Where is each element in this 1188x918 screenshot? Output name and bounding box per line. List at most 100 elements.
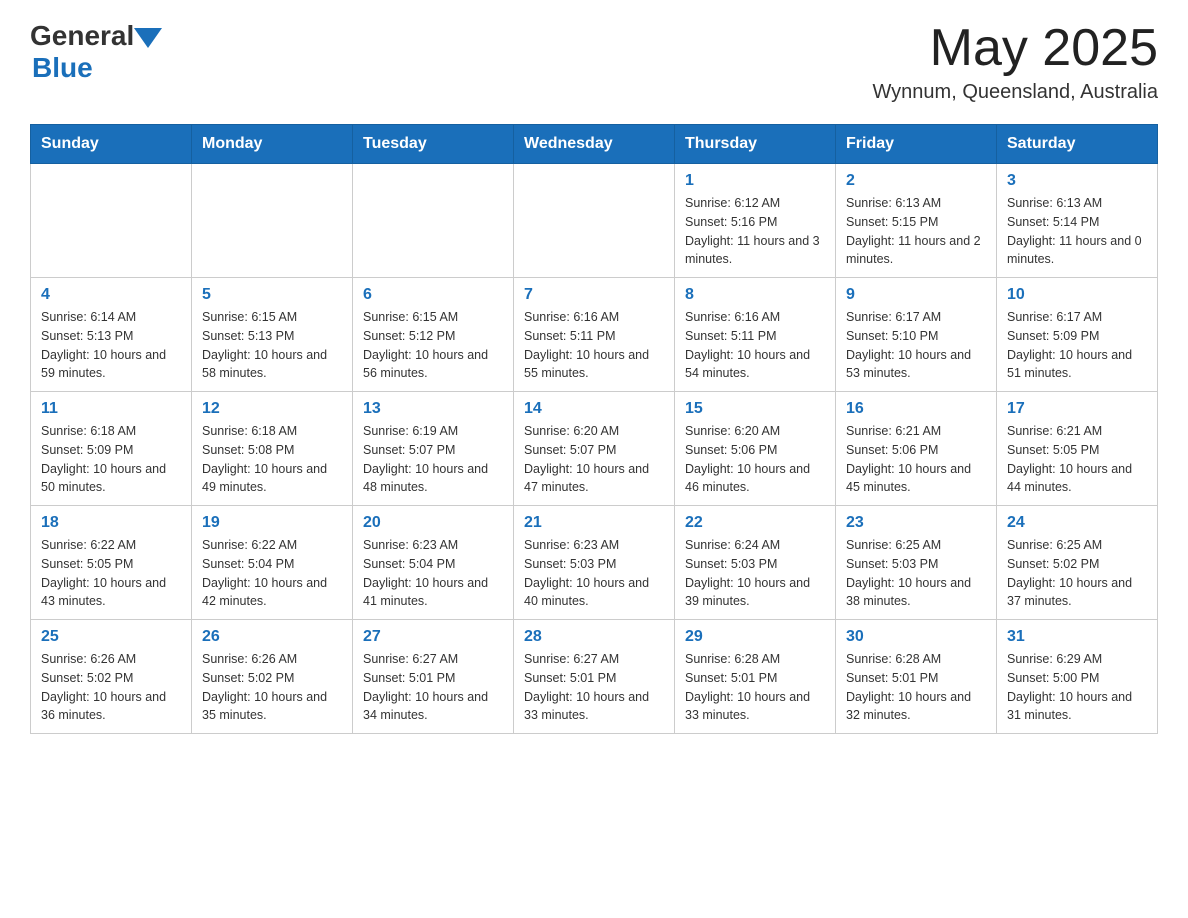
day-number: 12 <box>202 400 342 418</box>
calendar-day-header: Thursday <box>675 125 836 164</box>
day-info: Sunrise: 6:16 AMSunset: 5:11 PMDaylight:… <box>685 308 825 383</box>
page-header: General Blue May 2025 Wynnum, Queensland… <box>30 20 1158 104</box>
day-info: Sunrise: 6:26 AMSunset: 5:02 PMDaylight:… <box>202 650 342 725</box>
day-number: 26 <box>202 628 342 646</box>
day-number: 4 <box>41 286 181 304</box>
day-info: Sunrise: 6:15 AMSunset: 5:12 PMDaylight:… <box>363 308 503 383</box>
calendar-day-header: Wednesday <box>514 125 675 164</box>
calendar-cell: 25 Sunrise: 6:26 AMSunset: 5:02 PMDayligh… <box>31 620 192 734</box>
calendar-cell: 12 Sunrise: 6:18 AMSunset: 5:08 PMDayligh… <box>192 392 353 506</box>
calendar-cell: 21 Sunrise: 6:23 AMSunset: 5:03 PMDayligh… <box>514 506 675 620</box>
calendar-day-header: Monday <box>192 125 353 164</box>
day-info: Sunrise: 6:26 AMSunset: 5:02 PMDaylight:… <box>41 650 181 725</box>
calendar-cell <box>514 164 675 278</box>
calendar-week-row: 18 Sunrise: 6:22 AMSunset: 5:05 PMDayligh… <box>31 506 1158 620</box>
calendar-cell: 4 Sunrise: 6:14 AMSunset: 5:13 PMDaylight… <box>31 278 192 392</box>
calendar-cell: 16 Sunrise: 6:21 AMSunset: 5:06 PMDayligh… <box>836 392 997 506</box>
day-number: 20 <box>363 514 503 532</box>
day-info: Sunrise: 6:14 AMSunset: 5:13 PMDaylight:… <box>41 308 181 383</box>
day-info: Sunrise: 6:16 AMSunset: 5:11 PMDaylight:… <box>524 308 664 383</box>
calendar-cell: 23Sunrise: 6:25 AMSunset: 5:03 PMDayligh… <box>836 506 997 620</box>
day-info: Sunrise: 6:23 AMSunset: 5:03 PMDaylight:… <box>524 536 664 611</box>
calendar-cell: 2 Sunrise: 6:13 AMSunset: 5:15 PMDaylight… <box>836 164 997 278</box>
calendar-header-row: SundayMondayTuesdayWednesdayThursdayFrid… <box>31 125 1158 164</box>
calendar-cell: 14 Sunrise: 6:20 AMSunset: 5:07 PMDayligh… <box>514 392 675 506</box>
day-number: 19 <box>202 514 342 532</box>
calendar-cell: 8 Sunrise: 6:16 AMSunset: 5:11 PMDaylight… <box>675 278 836 392</box>
day-info: Sunrise: 6:24 AMSunset: 5:03 PMDaylight:… <box>685 536 825 611</box>
calendar-cell: 31Sunrise: 6:29 AMSunset: 5:00 PMDayligh… <box>997 620 1158 734</box>
day-number: 18 <box>41 514 181 532</box>
day-number: 25 <box>41 628 181 646</box>
day-number: 1 <box>685 172 825 190</box>
day-info: Sunrise: 6:18 AMSunset: 5:08 PMDaylight:… <box>202 422 342 497</box>
day-info: Sunrise: 6:21 AMSunset: 5:05 PMDaylight:… <box>1007 422 1147 497</box>
day-number: 7 <box>524 286 664 304</box>
day-info: Sunrise: 6:19 AMSunset: 5:07 PMDaylight:… <box>363 422 503 497</box>
calendar-cell: 9 Sunrise: 6:17 AMSunset: 5:10 PMDaylight… <box>836 278 997 392</box>
day-number: 14 <box>524 400 664 418</box>
calendar-cell: 22 Sunrise: 6:24 AMSunset: 5:03 PMDayligh… <box>675 506 836 620</box>
calendar-cell: 18 Sunrise: 6:22 AMSunset: 5:05 PMDayligh… <box>31 506 192 620</box>
calendar-cell: 5Sunrise: 6:15 AMSunset: 5:13 PMDaylight… <box>192 278 353 392</box>
calendar-cell <box>31 164 192 278</box>
calendar-cell: 27 Sunrise: 6:27 AMSunset: 5:01 PMDayligh… <box>353 620 514 734</box>
month-year-title: May 2025 <box>872 20 1158 77</box>
day-number: 11 <box>41 400 181 418</box>
calendar-cell: 7 Sunrise: 6:16 AMSunset: 5:11 PMDaylight… <box>514 278 675 392</box>
logo: General Blue <box>30 20 162 84</box>
day-number: 5 <box>202 286 342 304</box>
day-info: Sunrise: 6:18 AMSunset: 5:09 PMDaylight:… <box>41 422 181 497</box>
day-info: Sunrise: 6:20 AMSunset: 5:06 PMDaylight:… <box>685 422 825 497</box>
day-info: Sunrise: 6:17 AMSunset: 5:09 PMDaylight:… <box>1007 308 1147 383</box>
day-info: Sunrise: 6:22 AMSunset: 5:05 PMDaylight:… <box>41 536 181 611</box>
day-info: Sunrise: 6:25 AMSunset: 5:02 PMDaylight:… <box>1007 536 1147 611</box>
day-number: 6 <box>363 286 503 304</box>
title-section: May 2025 Wynnum, Queensland, Australia <box>872 20 1158 104</box>
day-number: 21 <box>524 514 664 532</box>
day-number: 17 <box>1007 400 1147 418</box>
calendar-day-header: Saturday <box>997 125 1158 164</box>
calendar-week-row: 11 Sunrise: 6:18 AMSunset: 5:09 PMDayligh… <box>31 392 1158 506</box>
day-number: 2 <box>846 172 986 190</box>
calendar-cell <box>192 164 353 278</box>
logo-triangle-icon <box>134 28 162 48</box>
day-info: Sunrise: 6:27 AMSunset: 5:01 PMDaylight:… <box>524 650 664 725</box>
day-number: 28 <box>524 628 664 646</box>
day-number: 23 <box>846 514 986 532</box>
calendar-week-row: 4 Sunrise: 6:14 AMSunset: 5:13 PMDaylight… <box>31 278 1158 392</box>
day-number: 22 <box>685 514 825 532</box>
calendar-cell <box>353 164 514 278</box>
calendar-day-header: Tuesday <box>353 125 514 164</box>
calendar-table: SundayMondayTuesdayWednesdayThursdayFrid… <box>30 124 1158 734</box>
day-info: Sunrise: 6:17 AMSunset: 5:10 PMDaylight:… <box>846 308 986 383</box>
calendar-cell: 30 Sunrise: 6:28 AMSunset: 5:01 PMDayligh… <box>836 620 997 734</box>
calendar-cell: 3 Sunrise: 6:13 AMSunset: 5:14 PMDaylight… <box>997 164 1158 278</box>
day-number: 29 <box>685 628 825 646</box>
day-info: Sunrise: 6:21 AMSunset: 5:06 PMDaylight:… <box>846 422 986 497</box>
day-number: 30 <box>846 628 986 646</box>
day-number: 31 <box>1007 628 1147 646</box>
day-number: 13 <box>363 400 503 418</box>
logo-general-text: General <box>30 20 134 52</box>
day-number: 9 <box>846 286 986 304</box>
day-info: Sunrise: 6:13 AMSunset: 5:14 PMDaylight:… <box>1007 194 1147 269</box>
day-info: Sunrise: 6:13 AMSunset: 5:15 PMDaylight:… <box>846 194 986 269</box>
calendar-week-row: 1 Sunrise: 6:12 AMSunset: 5:16 PMDaylight… <box>31 164 1158 278</box>
day-number: 27 <box>363 628 503 646</box>
day-number: 16 <box>846 400 986 418</box>
calendar-week-row: 25 Sunrise: 6:26 AMSunset: 5:02 PMDayligh… <box>31 620 1158 734</box>
day-info: Sunrise: 6:12 AMSunset: 5:16 PMDaylight:… <box>685 194 825 269</box>
day-info: Sunrise: 6:28 AMSunset: 5:01 PMDaylight:… <box>846 650 986 725</box>
calendar-cell: 24Sunrise: 6:25 AMSunset: 5:02 PMDayligh… <box>997 506 1158 620</box>
day-number: 8 <box>685 286 825 304</box>
calendar-day-header: Friday <box>836 125 997 164</box>
day-info: Sunrise: 6:20 AMSunset: 5:07 PMDaylight:… <box>524 422 664 497</box>
calendar-cell: 20 Sunrise: 6:23 AMSunset: 5:04 PMDayligh… <box>353 506 514 620</box>
calendar-cell: 1 Sunrise: 6:12 AMSunset: 5:16 PMDaylight… <box>675 164 836 278</box>
day-info: Sunrise: 6:27 AMSunset: 5:01 PMDaylight:… <box>363 650 503 725</box>
day-info: Sunrise: 6:23 AMSunset: 5:04 PMDaylight:… <box>363 536 503 611</box>
calendar-cell: 19Sunrise: 6:22 AMSunset: 5:04 PMDayligh… <box>192 506 353 620</box>
day-number: 3 <box>1007 172 1147 190</box>
calendar-cell: 28 Sunrise: 6:27 AMSunset: 5:01 PMDayligh… <box>514 620 675 734</box>
